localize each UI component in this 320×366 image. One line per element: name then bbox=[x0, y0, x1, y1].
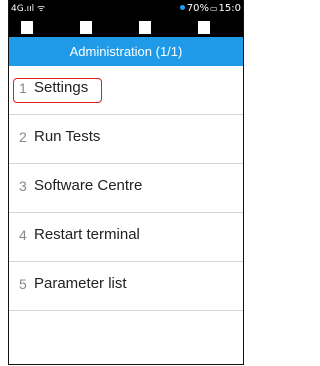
menu-item-label: Settings bbox=[34, 79, 89, 96]
status-right: 70%▭15:0 bbox=[179, 3, 241, 14]
softkey-indicator-1 bbox=[21, 21, 33, 34]
menu-item-label: Restart terminal bbox=[34, 226, 140, 243]
menu-item-number: 4 bbox=[19, 227, 27, 243]
softkey-indicator-4 bbox=[198, 21, 210, 34]
menu-item-number: 5 bbox=[19, 276, 27, 292]
menu-item-parameter-list[interactable]: 5 Parameter list bbox=[9, 262, 243, 311]
softkey-indicator-2 bbox=[80, 21, 92, 34]
menu-item-label: Run Tests bbox=[34, 128, 101, 145]
softkey-indicator-3 bbox=[139, 21, 151, 34]
menu-item-number: 2 bbox=[19, 129, 27, 145]
signal-icon: .ııl bbox=[23, 4, 35, 14]
battery-percent: 70% bbox=[186, 3, 209, 14]
menu-item-number: 3 bbox=[19, 178, 27, 194]
menu-item-settings[interactable]: 1 Settings bbox=[9, 66, 243, 115]
battery-icon: ▭ bbox=[209, 4, 218, 13]
menu-item-label: Software Centre bbox=[34, 177, 143, 194]
status-bar: 4G.ııl ᯤ 70%▭15:0 bbox=[9, 0, 243, 37]
menu-item-restart-terminal[interactable]: 4 Restart terminal bbox=[9, 213, 243, 262]
network-label: 4G bbox=[11, 4, 24, 14]
menu-item-software-centre[interactable]: 3 Software Centre bbox=[9, 164, 243, 213]
device-screen: 4G.ııl ᯤ 70%▭15:0 Administration (1/1) 1… bbox=[8, 0, 244, 365]
menu-item-label: Parameter list bbox=[34, 275, 127, 292]
bluetooth-icon bbox=[179, 5, 185, 10]
page-title: Administration (1/1) bbox=[9, 37, 243, 66]
menu-item-number: 1 bbox=[19, 80, 27, 96]
network-status: 4G.ııl ᯤ bbox=[11, 4, 45, 14]
menu-item-run-tests[interactable]: 2 Run Tests bbox=[9, 115, 243, 164]
admin-menu: 1 Settings 2 Run Tests 3 Software Centre… bbox=[9, 66, 243, 311]
clock: 15:0 bbox=[218, 3, 241, 14]
wifi-icon: ᯤ bbox=[36, 4, 46, 14]
